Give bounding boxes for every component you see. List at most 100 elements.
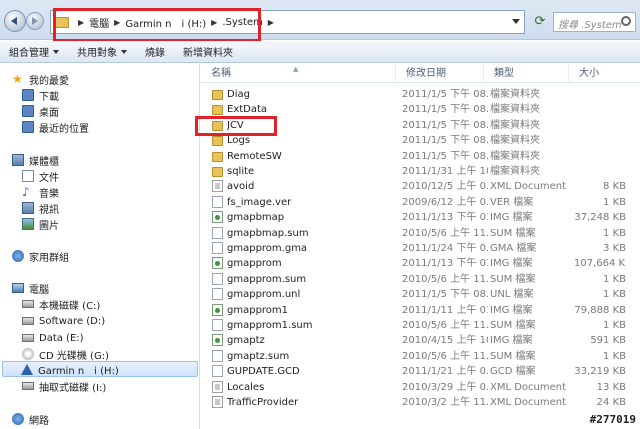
file-row[interactable]: fs_image.ver 2009/6/12 上午 0... VER 檔案 1 KB xyxy=(201,195,640,210)
file-icon xyxy=(212,365,223,378)
nav-documents[interactable]: 文件 xyxy=(22,168,59,184)
file-row[interactable]: gmapbmap.sum 2010/5/6 上午 11... SUM 檔案 1 KB xyxy=(201,226,640,241)
file-name: gmapprom1.sum xyxy=(227,320,313,331)
nav-homegroup[interactable]: 家用群組 xyxy=(12,248,69,264)
nav-label: 抽取式磁碟 (I:) xyxy=(39,382,107,394)
nav-drive-c[interactable]: 本機磁碟 (C:) xyxy=(22,296,100,312)
organize-button[interactable]: 組合管理 xyxy=(0,44,68,59)
file-name: TrafficProvider xyxy=(227,397,299,408)
file-row[interactable]: gmapprom1.sum 2010/5/6 上午 11... SUM 檔案 1 KB xyxy=(201,318,640,333)
pictures-icon xyxy=(22,218,34,230)
file-type: 檔案資料夾 xyxy=(490,89,540,100)
share-label: 共用對象 xyxy=(77,48,117,59)
burn-button[interactable]: 燒錄 xyxy=(136,44,174,59)
share-button[interactable]: 共用對象 xyxy=(68,44,136,59)
file-row[interactable]: Logs 2011/1/5 下午 08... 檔案資料夾 xyxy=(201,133,640,148)
file-type: GMA 檔案 xyxy=(490,243,537,254)
file-row[interactable]: GUPDATE.GCD 2011/1/21 上午 0... GCD 檔案 33,219… xyxy=(201,364,640,379)
file-row[interactable]: ExtData 2011/1/5 下午 08... 檔案資料夾 xyxy=(201,102,640,117)
file-row[interactable]: JCV 2011/1/5 下午 08... 檔案資料夾 xyxy=(201,118,640,133)
nav-recent[interactable]: 最近的位置 xyxy=(22,119,89,135)
new-folder-button[interactable]: 新增資料夾 xyxy=(174,44,242,59)
nav-downloads[interactable]: 下載 xyxy=(22,87,59,103)
breadcrumb-drive[interactable]: Garmin n i (H:) xyxy=(125,15,206,30)
nav-desktop[interactable]: 桌面 xyxy=(22,103,59,119)
file-size: 37,248 KB xyxy=(574,212,626,224)
file-size: 591 KB xyxy=(590,335,626,347)
column-header-size[interactable]: 大小 xyxy=(569,64,640,83)
file-row[interactable]: gmapprom1 2011/1/11 上午 01...IMG 檔案 79,888 … xyxy=(201,303,640,318)
file-name: RemoteSW xyxy=(227,150,282,162)
star-icon: ★ xyxy=(12,72,23,86)
sort-caret-icon: ▲ xyxy=(293,65,299,73)
refresh-button[interactable]: ⟳ xyxy=(530,12,550,32)
search-input[interactable]: 搜尋 .System xyxy=(553,12,636,32)
nav-drive-h[interactable]: Garmin n i (H:) xyxy=(2,361,198,377)
file-row[interactable]: gmapprom.sum 2010/5/6 上午 11... SUM 檔案 1 KB xyxy=(201,272,640,287)
file-name: gmapprom.gma xyxy=(227,243,308,254)
breadcrumb-system[interactable]: .System xyxy=(222,17,262,28)
nav-network[interactable]: 網路 xyxy=(12,411,49,427)
file-type: IMG 檔案 xyxy=(490,304,533,316)
folder-icon xyxy=(212,151,223,162)
nav-drive-d[interactable]: Software (D:) xyxy=(22,313,105,329)
column-header-type[interactable]: 類型 xyxy=(484,64,569,83)
cd-drive-icon xyxy=(22,348,34,360)
nav-pictures[interactable]: 圖片 xyxy=(22,216,59,232)
nav-favorites[interactable]: ★ 我的最愛 xyxy=(12,71,69,87)
file-name: Locales xyxy=(227,381,265,393)
file-row[interactable]: gmaptz 2010/4/15 上午 10...IMG 檔案 591 KB xyxy=(201,333,640,348)
breadcrumb-computer[interactable]: 電腦 xyxy=(89,15,109,30)
column-label: 類型 xyxy=(494,68,514,79)
file-date: 2009/6/12 上午 0... xyxy=(402,196,488,208)
nav-drive-g[interactable]: CD 光碟機 (G:) xyxy=(22,346,109,362)
nav-videos[interactable]: 視訊 xyxy=(22,200,59,216)
documents-icon xyxy=(22,170,34,182)
file-row[interactable]: gmapbmap 2011/1/13 下午 01...IMG 檔案 37,248 K… xyxy=(201,210,640,225)
column-header-name[interactable]: 名稱 xyxy=(201,64,396,83)
file-size: 1 KB xyxy=(603,196,626,208)
file-size xyxy=(574,164,626,179)
file-row[interactable]: TrafficProvider 2010/3/2 上午 11... XML Docu… xyxy=(201,395,640,410)
navigation-pane: ★ 我的最愛 下載 桌面 最近的位置 媒體櫃 文件 ♪ 音樂 視訊 圖片 家用群組 … xyxy=(0,64,200,429)
nav-libraries[interactable]: 媒體櫃 xyxy=(12,152,59,168)
file-name: gmaptz.sum xyxy=(227,350,290,362)
address-dropdown-icon[interactable] xyxy=(512,19,520,24)
file-name: gmapbmap.sum xyxy=(227,227,309,239)
file-name: gmapprom1 xyxy=(227,304,289,316)
file-row[interactable]: Locales 2010/3/29 上午 0... XML Document 13 K… xyxy=(201,380,640,395)
recent-places-icon xyxy=(22,121,34,133)
address-bar[interactable]: ▶ 電腦 ▶ Garmin n i (H:) ▶ .System ▶ xyxy=(50,10,525,34)
videos-icon xyxy=(22,202,34,214)
folder-icon xyxy=(55,16,69,28)
image-file-icon xyxy=(212,334,223,347)
nav-label: 視訊 xyxy=(39,204,59,216)
file-row[interactable]: RemoteSW 2011/1/5 下午 08... 檔案資料夾 xyxy=(201,149,640,164)
file-row[interactable]: gmapprom 2011/1/13 下午 01...IMG 檔案 107,664 … xyxy=(201,256,640,271)
file-row[interactable]: gmaptz.sum 2010/5/6 上午 11... SUM 檔案 1 KB xyxy=(201,349,640,364)
caret-down-icon xyxy=(121,49,127,54)
column-header-date[interactable]: 修改日期 xyxy=(396,64,484,83)
back-arrow-icon xyxy=(11,17,17,25)
nav-drive-i[interactable]: 抽取式磁碟 (I:) xyxy=(22,378,106,394)
file-type: SUM 檔案 xyxy=(490,350,536,362)
file-row[interactable]: avoid 2010/12/5 上午 0... XML Document 8 KB xyxy=(201,179,640,194)
folder-icon xyxy=(212,136,223,147)
column-label: 修改日期 xyxy=(406,68,446,79)
file-row[interactable]: gmapprom.unl 2011/1/5 下午 08... UNL 檔案 1 KB xyxy=(201,287,640,302)
nav-label: 圖片 xyxy=(39,220,59,232)
file-size: 1 KB xyxy=(603,289,626,301)
file-name: gmapbmap xyxy=(227,212,285,224)
xml-file-icon xyxy=(212,396,223,408)
column-label: 名稱 xyxy=(211,68,231,79)
file-row[interactable]: sqlite 2011/1/31 上午 10...檔案資料夾 xyxy=(201,164,640,179)
file-row[interactable]: gmapprom.gma 2011/1/24 下午 0... GMA 檔案 3 KB xyxy=(201,241,640,256)
back-button[interactable] xyxy=(4,10,26,32)
nav-drive-e[interactable]: Data (E:) xyxy=(22,330,84,346)
file-row[interactable]: Diag 2011/1/5 下午 08... 檔案資料夾 xyxy=(201,87,640,102)
file-size: 8 KB xyxy=(603,181,626,193)
forward-button[interactable] xyxy=(26,12,44,30)
file-size: 1 KB xyxy=(603,350,626,362)
nav-music[interactable]: ♪ 音樂 xyxy=(22,184,59,200)
nav-computer[interactable]: 電腦 xyxy=(12,280,49,296)
